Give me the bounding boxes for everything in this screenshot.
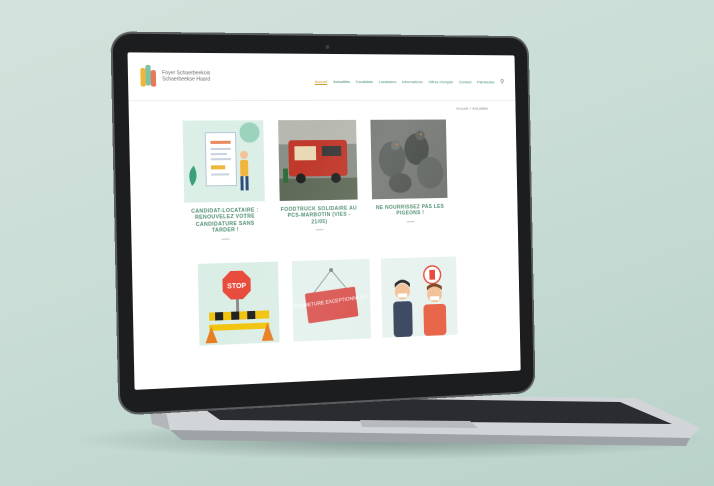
news-card-image: FERMETURE EXCEPTIONNELLE [291,258,372,342]
news-card-title[interactable]: FOODTRUCK SOLIDAIRE AU PCS-MARBOTIN (VIE… [280,205,358,226]
news-card-foodtruck[interactable]: FOODTRUCK SOLIDAIRE AU PCS-MARBOTIN (VIE… [278,119,358,232]
nav-item-contact[interactable]: Contact [459,79,472,84]
card-divider [406,220,415,223]
site-header: Foyer Schaerbeekois Schaerbeekse Haard A… [127,52,516,102]
search-icon[interactable]: ⚲ [500,79,504,86]
site-logo[interactable]: Foyer Schaerbeekois Schaerbeekse Haard [140,64,210,88]
news-card-image [278,119,358,201]
news-card-image [380,256,458,338]
food-truck-photo-icon [278,119,358,201]
nav-item-actualites[interactable]: Actualités [333,79,350,84]
card-divider [315,229,324,231]
laptop-screen: Foyer Schaerbeekois Schaerbeekse Haard A… [127,52,521,390]
news-card-fermeture[interactable]: FERMETURE EXCEPTIONNELLE [291,258,372,342]
news-card-travaux[interactable]: STOP [197,261,280,346]
nav-item-locataires[interactable]: Locataires [379,79,397,84]
closed-sign-illustration-icon: FERMETURE EXCEPTIONNELLE [291,258,372,342]
news-card-image [370,119,448,200]
breadcrumb: Accueil > Actualités [456,105,489,111]
photo-scene: Foyer Schaerbeekois Schaerbeekse Haard A… [0,0,714,486]
logo-text: Foyer Schaerbeekois Schaerbeekse Haard [162,70,210,82]
masked-people-illustration-icon [380,256,458,338]
news-card-image: STOP [197,261,280,346]
webcam-icon [325,44,330,49]
news-card-title[interactable]: NE NOURRISSEZ PAS LES PIGEONS ! [372,204,448,218]
nav-item-accueil[interactable]: Accueil [314,78,328,85]
stop-sign-text: STOP [227,283,246,291]
news-card-title[interactable]: CANDIDAT-LOCATAIRE : RENOUVELEZ VOTRE CA… [184,207,265,235]
main-nav: Accueil Actualités Candidats Locataires … [314,78,504,86]
news-grid: CANDIDAT-LOCATAIRE : RENOUVELEZ VOTRE CA… [182,119,458,346]
card-divider [221,238,230,240]
laptop-lid: Foyer Schaerbeekois Schaerbeekse Haard A… [112,33,534,414]
news-card-candidat[interactable]: CANDIDAT-LOCATAIRE : RENOUVELEZ VOTRE CA… [182,120,266,240]
logo-line-2: Schaerbeekse Haard [162,76,211,83]
nav-item-patrimoine[interactable]: Patrimoine [477,79,495,84]
nav-item-candidats[interactable]: Candidats [356,79,373,84]
logo-mark-icon [140,64,157,88]
news-card-vaccination[interactable] [380,256,458,338]
news-card-image [182,120,265,203]
nav-item-informations[interactable]: Informations [402,79,423,84]
pigeons-photo-icon [370,119,448,200]
stop-barrier-illustration-icon: STOP [197,261,280,346]
document-illustration-icon [182,120,265,203]
nav-item-offres[interactable]: Offres d'emploi [428,79,453,84]
news-card-pigeons[interactable]: NE NOURRISSEZ PAS LES PIGEONS ! [370,119,448,223]
